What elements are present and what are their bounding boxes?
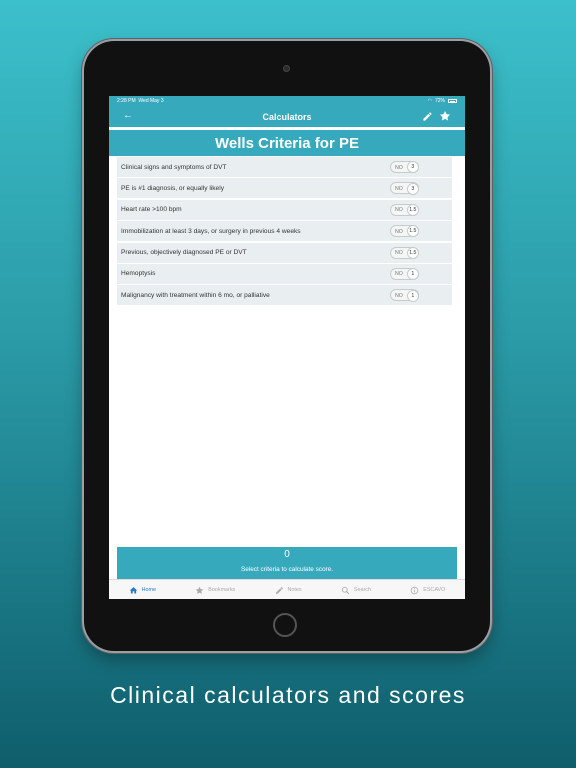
- tab-label: Notes: [287, 587, 302, 593]
- criteria-label: Heart rate >100 bpm: [121, 206, 182, 214]
- pencil-icon: [275, 586, 283, 594]
- criteria-toggle[interactable]: NO 1.5: [390, 246, 419, 259]
- criteria-label: Hemoptysis: [121, 270, 156, 278]
- tab-home[interactable]: Home: [129, 586, 156, 595]
- criteria-row[interactable]: Hemoptysis NO 1: [117, 263, 452, 284]
- toggle-points: 1.5: [406, 203, 419, 216]
- criteria-toggle[interactable]: NO 1.5: [390, 225, 419, 238]
- toggle-no-label: NO: [395, 292, 403, 299]
- battery-icon: [448, 99, 457, 103]
- toggle-no-label: NO: [395, 185, 403, 192]
- criteria-row[interactable]: Clinical signs and symptoms of DVT NO 3: [117, 157, 452, 177]
- criteria-label: Immobilization at least 3 days, or surge…: [121, 227, 301, 235]
- tab-label: ESCAVO: [423, 587, 446, 593]
- criteria-row[interactable]: Immobilization at least 3 days, or surge…: [117, 221, 452, 242]
- status-indicators: ◠ 72%: [428, 98, 457, 104]
- score-value: 0: [284, 549, 290, 560]
- criteria-list: Clinical signs and symptoms of DVT NO 3 …: [117, 157, 452, 307]
- status-time: 2:28 PM: [117, 98, 136, 104]
- criteria-toggle[interactable]: NO 1.5: [390, 203, 419, 216]
- criteria-label: Malignancy with treatment within 6 mo, o…: [121, 291, 270, 299]
- wifi-icon: ◠: [427, 98, 432, 104]
- criteria-toggle[interactable]: NO 1: [390, 267, 419, 281]
- toggle-points: 3: [406, 182, 419, 195]
- edit-pencil-icon[interactable]: [422, 111, 433, 122]
- criteria-toggle[interactable]: NO 3: [390, 161, 419, 174]
- home-icon: [129, 586, 137, 593]
- status-bar: 2:28 PM Wed May 3 ◠ 72%: [109, 96, 465, 106]
- toggle-no-label: NO: [395, 250, 403, 257]
- nav-title: Calculators: [262, 111, 312, 122]
- criteria-label: Previous, objectively diagnosed PE or DV…: [121, 249, 247, 257]
- criteria-label: PE is #1 diagnosis, or equally likely: [121, 184, 224, 192]
- criteria-row[interactable]: Malignancy with treatment within 6 mo, o…: [117, 285, 452, 306]
- tab-bookmarks[interactable]: Bookmarks: [195, 586, 235, 595]
- bookmark-star-icon[interactable]: [439, 110, 451, 122]
- toggle-no-label: NO: [395, 207, 403, 214]
- navigation-bar: ← Calculators: [109, 106, 465, 127]
- toggle-points: 3: [406, 161, 419, 174]
- star-icon: [196, 586, 204, 594]
- status-time-date: 2:28 PM Wed May 3: [117, 98, 164, 104]
- criteria-toggle[interactable]: NO 3: [390, 182, 419, 195]
- battery-percent: 72%: [434, 98, 445, 104]
- toggle-points: 1.5: [406, 246, 419, 259]
- toggle-no-label: NO: [395, 228, 403, 235]
- toggle-no-label: NO: [395, 164, 403, 171]
- status-date: Wed May 3: [138, 98, 164, 104]
- criteria-row[interactable]: Previous, objectively diagnosed PE or DV…: [117, 242, 452, 263]
- marketing-caption: Clinical calculators and scores: [110, 682, 466, 708]
- calculator-title: Wells Criteria for PE: [109, 130, 465, 156]
- toggle-points: 1: [406, 289, 419, 302]
- criteria-toggle[interactable]: NO 1: [390, 289, 419, 302]
- criteria-row[interactable]: Heart rate >100 bpm NO 1.5: [117, 199, 452, 220]
- tab-notes[interactable]: Notes: [275, 586, 302, 595]
- toggle-no-label: NO: [395, 271, 403, 278]
- score-instruction: Select criteria to calculate score.: [241, 566, 333, 573]
- tab-label: Home: [141, 587, 157, 593]
- tab-label: Bookmarks: [208, 587, 236, 593]
- criteria-row[interactable]: PE is #1 diagnosis, or equally likely NO…: [117, 178, 452, 199]
- camera: [283, 65, 290, 72]
- tab-bar: Home Bookmarks Notes Search ESCAVO: [109, 579, 465, 599]
- tab-label: Search: [353, 587, 371, 593]
- tab-search[interactable]: Search: [341, 586, 371, 595]
- toggle-points: 1.5: [406, 225, 419, 238]
- search-icon: [341, 586, 350, 594]
- tablet-frame: 2:28 PM Wed May 3 ◠ 72% ← Calculators We…: [84, 41, 490, 651]
- app-screen: 2:28 PM Wed May 3 ◠ 72% ← Calculators We…: [109, 96, 465, 599]
- criteria-label: Clinical signs and symptoms of DVT: [121, 163, 227, 171]
- tab-escavo[interactable]: ESCAVO: [410, 586, 445, 595]
- back-arrow-icon[interactable]: ←: [123, 110, 133, 121]
- toggle-points: 1: [406, 268, 419, 281]
- home-button[interactable]: [273, 613, 297, 637]
- score-panel: 0 Select criteria to calculate score.: [117, 547, 457, 579]
- info-icon: [410, 586, 419, 594]
